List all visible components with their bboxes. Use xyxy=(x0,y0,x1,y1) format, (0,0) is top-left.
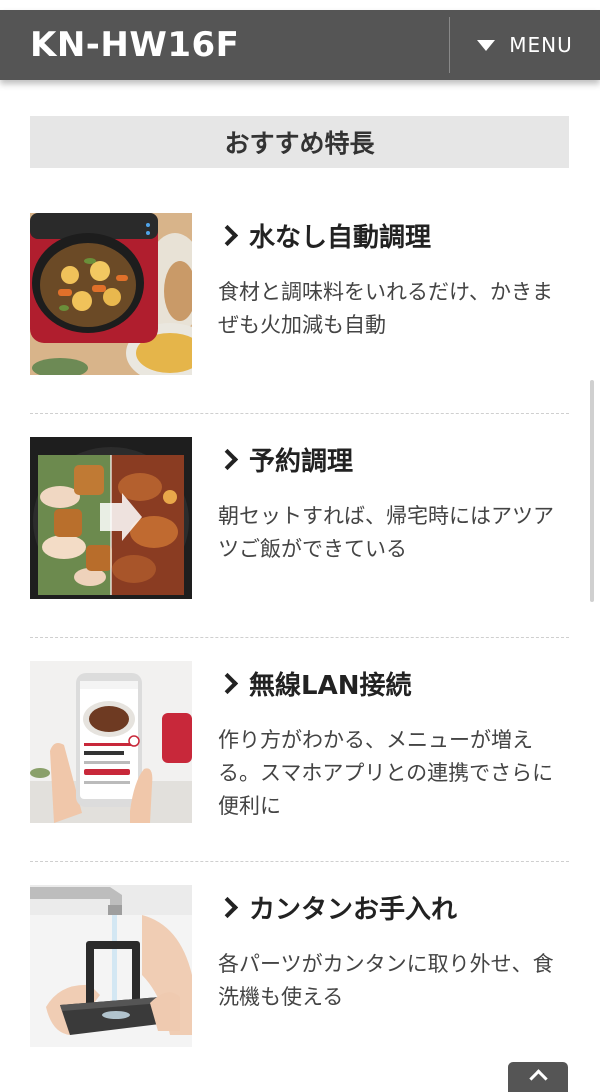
feature-title-link[interactable]: 無線LAN接続 xyxy=(216,665,412,702)
menu-label: MENU xyxy=(509,33,573,57)
feature-title: カンタンお手入れ xyxy=(249,895,458,925)
washing-parts-image[interactable] xyxy=(30,885,192,1047)
smartphone-app-image[interactable] xyxy=(30,661,192,823)
feature-title-link[interactable]: 予約調理 xyxy=(216,441,354,478)
feature-item-wireless-lan: 無線LAN接続 作り方がわかる、メニューが増える。スマホアプリとの連携でさらに便… xyxy=(30,638,569,862)
feature-list: 水なし自動調理 食材と調味料をいれるだけ、かきまぜも火加減も自動 予約調理 朝セ… xyxy=(30,190,569,1086)
scrollbar[interactable] xyxy=(590,380,594,602)
chevron-right-icon xyxy=(216,448,239,471)
back-to-top-button[interactable] xyxy=(508,1062,568,1092)
top-header-bar: KN-HW16F MENU xyxy=(0,10,600,80)
section-title: おすすめ特長 xyxy=(30,116,569,168)
chevron-right-icon xyxy=(216,672,239,695)
feature-title-link[interactable]: 水なし自動調理 xyxy=(216,217,432,254)
stew-pot-image[interactable] xyxy=(30,213,192,375)
before-after-pot-image[interactable] xyxy=(30,437,192,599)
menu-button[interactable]: MENU xyxy=(450,10,600,80)
feature-title: 無線LAN接続 xyxy=(249,671,412,701)
feature-description: 食材と調味料をいれるだけ、かきまぜも火加減も自動 xyxy=(218,280,553,337)
chevron-right-icon xyxy=(216,896,239,919)
chevron-right-icon xyxy=(216,224,239,247)
feature-title: 予約調理 xyxy=(249,447,354,477)
triangle-down-icon xyxy=(477,39,496,51)
feature-description: 朝セットすれば、帰宅時にはアツアツご飯ができている xyxy=(218,504,554,561)
chevron-up-icon xyxy=(528,1069,548,1088)
feature-description: 各パーツがカンタンに取り外せ、食洗機も使える xyxy=(218,952,554,1009)
feature-item-timer-cooking: 予約調理 朝セットすれば、帰宅時にはアツアツご飯ができている xyxy=(30,414,569,638)
feature-title-link[interactable]: カンタンお手入れ xyxy=(216,889,458,926)
feature-item-easy-cleaning: カンタンお手入れ 各パーツがカンタンに取り外せ、食洗機も使える xyxy=(30,862,569,1086)
model-name: KN-HW16F xyxy=(30,25,240,65)
feature-description: 作り方がわかる、メニューが増える。スマホアプリとの連携でさらに便利に xyxy=(218,728,554,818)
feature-title: 水なし自動調理 xyxy=(249,223,432,253)
feature-item-auto-cooking: 水なし自動調理 食材と調味料をいれるだけ、かきまぜも火加減も自動 xyxy=(30,190,569,414)
